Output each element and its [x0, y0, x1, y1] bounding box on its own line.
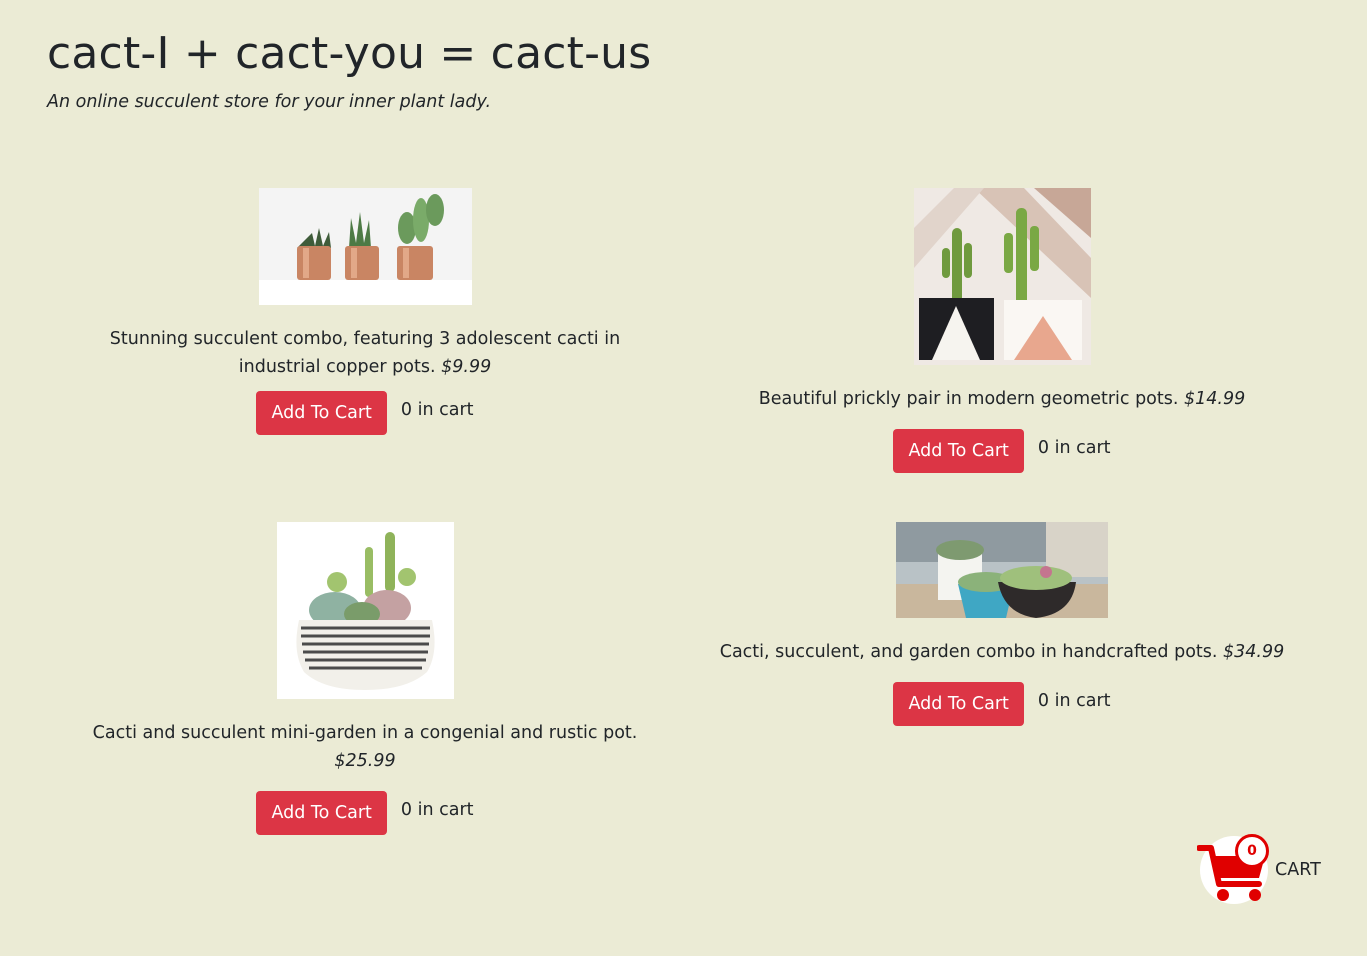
- product-description-text: Stunning succulent combo, featuring 3 ad…: [109, 329, 621, 377]
- product-image-mini-garden: [276, 522, 454, 699]
- site-tagline: An online succulent store for your inner…: [47, 92, 492, 112]
- product-description: Cacti and succulent mini-garden in a con…: [70, 719, 660, 775]
- add-to-cart-button[interactable]: Add To Cart: [893, 429, 1024, 473]
- product-card: Stunning succulent combo, featuring 3 ad…: [70, 188, 660, 435]
- in-cart-count: 0 in cart: [1037, 438, 1111, 458]
- product-price: $34.99: [1223, 642, 1285, 662]
- add-to-cart-button[interactable]: Add To Cart: [256, 391, 387, 435]
- in-cart-count: 0 in cart: [400, 800, 474, 820]
- add-to-cart-button[interactable]: Add To Cart: [893, 682, 1024, 726]
- product-image-geometric-pots: [913, 188, 1091, 365]
- product-price: $14.99: [1184, 389, 1246, 409]
- in-cart-count: 0 in cart: [1037, 691, 1111, 711]
- product-description-text: Cacti and succulent mini-garden in a con…: [92, 723, 638, 743]
- product-image-copper-pots: [258, 188, 472, 305]
- product-price: $9.99: [441, 357, 492, 377]
- cart-button[interactable]: 0 CART: [1197, 832, 1327, 907]
- product-card: Cacti and succulent mini-garden in a con…: [70, 522, 660, 835]
- product-actions: Add To Cart 0 in cart: [893, 429, 1111, 473]
- product-description: Beautiful prickly pair in modern geometr…: [759, 385, 1246, 413]
- product-price: $25.99: [334, 751, 396, 771]
- product-description: Cacti, succulent, and garden combo in ha…: [720, 638, 1285, 666]
- product-actions: Add To Cart 0 in cart: [256, 791, 474, 835]
- product-description-text: Cacti, succulent, and garden combo in ha…: [719, 642, 1218, 662]
- in-cart-count: 0 in cart: [400, 400, 474, 420]
- site-title: cact-I + cact-you = cact-us: [47, 28, 652, 79]
- product-card: Beautiful prickly pair in modern geometr…: [700, 188, 1304, 473]
- product-actions: Add To Cart 0 in cart: [256, 391, 474, 435]
- product-actions: Add To Cart 0 in cart: [893, 682, 1111, 726]
- cart-count-badge: 0: [1235, 834, 1269, 868]
- add-to-cart-button[interactable]: Add To Cart: [256, 791, 387, 835]
- product-card: Cacti, succulent, and garden combo in ha…: [700, 522, 1304, 726]
- product-description-text: Beautiful prickly pair in modern geometr…: [758, 389, 1179, 409]
- page: cact-I + cact-you = cact-us An online su…: [0, 0, 1367, 956]
- cart-label: CART: [1275, 860, 1321, 880]
- product-description: Stunning succulent combo, featuring 3 ad…: [70, 325, 660, 381]
- product-image-handcrafted-pots: [896, 522, 1108, 618]
